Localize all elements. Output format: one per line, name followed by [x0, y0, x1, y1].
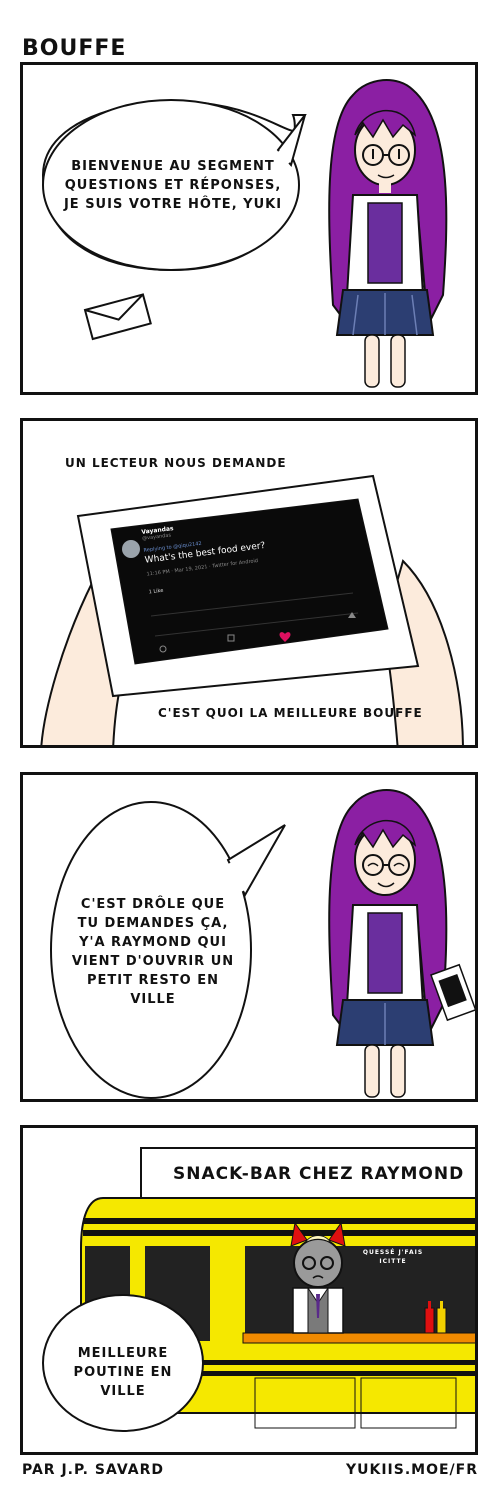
yuki-character: [328, 78, 448, 388]
panel-3: C'EST DRÔLE QUE TU DEMANDES ÇA, Y'A RAYM…: [20, 772, 478, 1102]
panel-1: BIENVENUE AU SEGMENT QUESTIONS ET RÉPONS…: [20, 62, 478, 395]
panel-2: UN LECTEUR NOUS DEMANDE Vayandas @vayand…: [20, 418, 478, 748]
raymond-character: [290, 1221, 346, 1334]
caption: UN LECTEUR NOUS DEMANDE: [65, 456, 287, 470]
author-credit: PAR J.P. SAVARD: [22, 1462, 164, 1478]
yuki-character-happy: [328, 788, 475, 1098]
comic-title: BOUFFE: [22, 36, 127, 61]
panel-4: SNACK-BAR CHEZ RAYMOND QUESSÉ J'FAIS ICI…: [20, 1125, 478, 1455]
mustard-bottle: [436, 1307, 447, 1334]
panel-1-art: [41, 78, 448, 388]
ketchup-bottle: [424, 1307, 435, 1334]
speech-bubble-text: C'EST DRÔLE QUE TU DEMANDES ÇA, Y'A RAYM…: [71, 897, 235, 1007]
restaurant-sign: SNACK-BAR CHEZ RAYMOND: [173, 1164, 465, 1184]
speech-bubble-text: MEILLEURE POUTINE EN VILLE: [73, 1346, 173, 1399]
whisper-text: QUESSÉ J'FAIS ICITTE: [362, 1249, 424, 1265]
translation-caption: C'EST QUOI LA MEILLEURE BOUFFE: [158, 706, 423, 720]
envelope-icon: [83, 293, 152, 341]
speech-bubble-text: BIENVENUE AU SEGMENT QUESTIONS ET RÉPONS…: [63, 159, 283, 212]
site-link[interactable]: YUKIIS.MOE/FR: [346, 1462, 478, 1478]
